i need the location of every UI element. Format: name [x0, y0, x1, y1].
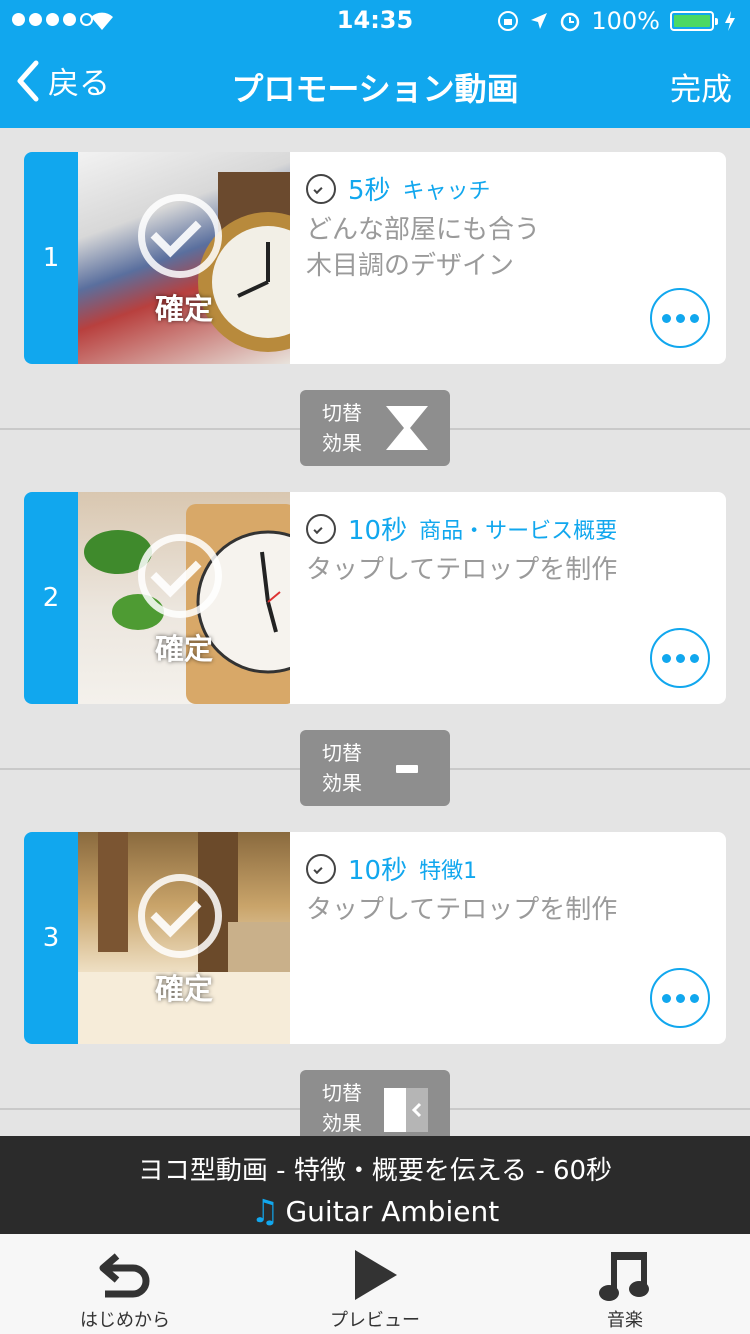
scene-duration: 10秒	[348, 856, 408, 886]
scene-category: 商品・サービス概要	[419, 518, 618, 544]
clock-icon	[306, 853, 336, 884]
video-summary: ヨコ型動画 - 特徴・概要を伝える - 60秒	[137, 1156, 613, 1186]
transition-label: 切替 効果	[322, 401, 362, 455]
navigation-bar: 戻る プロモーション動画 完成	[0, 40, 750, 128]
more-options-button[interactable]	[650, 628, 710, 688]
tab-preview[interactable]: プレビュー	[250, 1234, 500, 1334]
transition-effect-button-3[interactable]: 切替 効果	[300, 1070, 450, 1146]
clock-icon	[306, 173, 336, 204]
scene-card-1[interactable]: 1 確定 5秒 キャッチ どんな部屋にも合う 木目調のデザイン	[24, 152, 726, 364]
scene-duration: 10秒	[348, 516, 408, 546]
tab-label: 音楽	[607, 1310, 643, 1331]
confirmed-indicator: 確定	[136, 194, 232, 326]
status-bar: 14:35 100%	[0, 0, 750, 40]
confirmed-indicator: 確定	[136, 874, 232, 1006]
music-note-icon	[599, 1252, 649, 1301]
music-note-icon: ♫	[250, 1192, 280, 1230]
transition-label: 切替 効果	[322, 1081, 362, 1135]
tab-music[interactable]: 音楽	[500, 1234, 750, 1334]
clock-icon	[306, 513, 336, 544]
scene-index: 2	[24, 492, 78, 704]
tab-bar: はじめから プレビュー 音楽	[0, 1234, 750, 1334]
minus-icon	[396, 765, 418, 773]
transition-effect-button-2[interactable]: 切替 効果	[300, 730, 450, 806]
battery-percent: 100%	[591, 7, 660, 35]
more-options-button[interactable]	[650, 968, 710, 1028]
charging-icon	[725, 11, 735, 31]
done-button[interactable]: 完成	[670, 64, 732, 109]
transition-label: 切替 効果	[322, 741, 362, 795]
battery-icon	[670, 11, 718, 31]
scene-caption[interactable]: タップしてテロップを制作	[306, 892, 617, 928]
transition-effect-button-1[interactable]: 切替 効果	[300, 390, 450, 466]
location-icon	[531, 13, 548, 29]
page-title: プロモーション動画	[231, 70, 519, 108]
orientation-lock-icon	[498, 11, 519, 31]
tab-label: プレビュー	[330, 1310, 420, 1331]
scene-index: 3	[24, 832, 78, 1044]
tab-label: はじめから	[80, 1310, 170, 1331]
hourglass-icon	[386, 406, 428, 450]
alarm-icon	[561, 12, 580, 32]
scene-card-3[interactable]: 3 確定 10秒 特徴1 タップしてテロップを制作	[24, 832, 726, 1044]
scene-thumbnail[interactable]: 確定	[78, 832, 290, 1044]
scene-index: 1	[24, 152, 78, 364]
top-bar: 14:35 100% 戻る プロモーション動画 完成	[0, 0, 750, 128]
scene-card-2[interactable]: 2 確定 10秒 商品・サービス概要 タップしてテロップを制作	[24, 492, 726, 704]
music-title: Guitar Ambient	[285, 1194, 500, 1228]
scene-duration: 5秒	[348, 176, 391, 206]
more-options-button[interactable]	[650, 288, 710, 348]
play-icon	[355, 1250, 397, 1300]
scene-caption[interactable]: タップしてテロップを制作	[306, 552, 617, 588]
scene-category: 特徴1	[419, 858, 478, 884]
confirmed-indicator: 確定	[136, 534, 232, 666]
slide-in-icon	[384, 1088, 428, 1132]
scene-thumbnail[interactable]: 確定	[78, 152, 290, 364]
restart-icon	[99, 1253, 150, 1298]
tab-restart[interactable]: はじめから	[0, 1234, 250, 1334]
scene-category: キャッチ	[402, 178, 491, 204]
video-info-bar[interactable]: ヨコ型動画 - 特徴・概要を伝える - 60秒 ♫ Guitar Ambient	[0, 1136, 750, 1234]
scene-caption[interactable]: どんな部屋にも合う 木目調のデザイン	[306, 212, 540, 284]
scene-thumbnail[interactable]: 確定	[78, 492, 290, 704]
